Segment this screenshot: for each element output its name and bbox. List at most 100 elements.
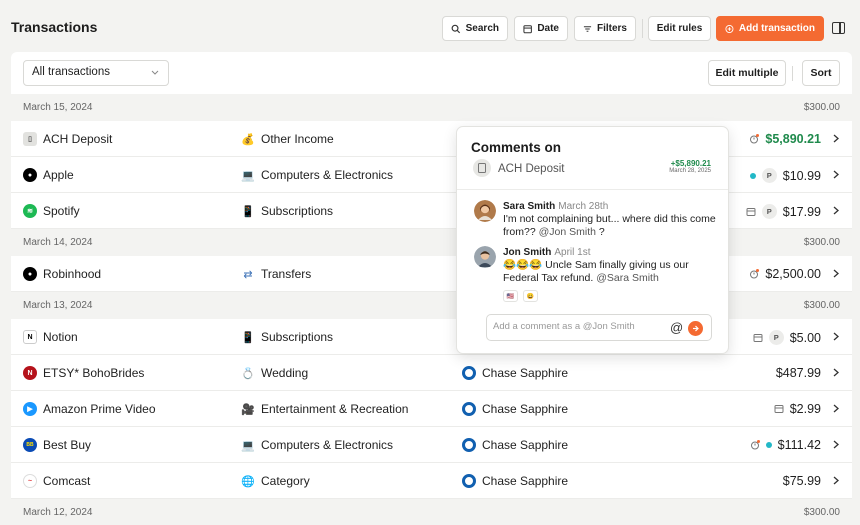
- category-name: Wedding: [261, 366, 309, 380]
- flag-reaction-icon[interactable]: 🇺🇸: [503, 290, 518, 302]
- transaction-amount: $2,500.00: [765, 267, 821, 281]
- chevron-right-icon[interactable]: [833, 440, 839, 449]
- calendar-icon: [753, 333, 763, 342]
- edit-multiple-button[interactable]: Edit multiple: [708, 60, 786, 86]
- comment-body: Jon Smith April 1st 😂😂😂 Uncle Sam finally…: [503, 246, 718, 285]
- robinhood-logo-icon: ●: [23, 267, 37, 281]
- comment-transaction-amount: +$5,890.21: [670, 159, 711, 168]
- comment-date: April 1st: [554, 247, 591, 258]
- chevron-right-icon[interactable]: [833, 476, 839, 485]
- category-name: Computers & Electronics: [261, 438, 394, 452]
- merchant-name: Apple: [43, 168, 74, 182]
- spotify-logo-icon: ≋: [23, 204, 37, 218]
- filters-button-label: Filters: [596, 23, 627, 34]
- comment-mention[interactable]: @Jon Smith: [539, 226, 596, 238]
- group-date: March 15, 2024: [23, 102, 93, 113]
- comment-text-suffix: ?: [595, 226, 605, 238]
- search-button[interactable]: Search: [442, 16, 508, 41]
- header-divider: [642, 19, 643, 38]
- chevron-right-icon[interactable]: [833, 134, 839, 143]
- sort-button[interactable]: Sort: [802, 60, 840, 86]
- comment-author: Jon Smith: [503, 247, 552, 258]
- transaction-row[interactable]: N ETSY* BohoBrides 💍 Wedding Chase Sapphir…: [11, 355, 852, 391]
- money-bag-icon: 💰: [241, 133, 255, 146]
- comcast-logo-icon: ~: [23, 474, 37, 488]
- filters-button[interactable]: Filters: [574, 16, 636, 41]
- date-group-header: March 12, 2024 $300.00: [11, 499, 852, 525]
- category-name: Computers & Electronics: [261, 168, 394, 182]
- comment-input-box: @: [486, 314, 712, 341]
- transaction-amount: $5,890.21: [765, 132, 821, 146]
- chase-logo-icon: [462, 366, 476, 380]
- date-button-label: Date: [537, 23, 559, 34]
- comment-body: Sara Smith March 28th I'm not complaining…: [503, 200, 718, 239]
- calendar-icon: [746, 207, 756, 216]
- transaction-amount: $10.99: [782, 168, 821, 183]
- phone-icon: 📱: [241, 331, 255, 344]
- send-button[interactable]: [688, 321, 703, 336]
- transaction-amount: $5.00: [789, 330, 821, 345]
- prime-video-logo-icon: ▶: [23, 402, 37, 416]
- transaction-row[interactable]: BB Best Buy 💻 Computers & Electronics Chas…: [11, 427, 852, 463]
- merchant-name: Spotify: [43, 204, 80, 218]
- avatar: [474, 200, 496, 222]
- calendar-icon: [774, 405, 784, 413]
- bank-icon: ▯: [23, 132, 37, 146]
- group-date: March 14, 2024: [23, 237, 93, 248]
- transaction-row[interactable]: ~ Comcast 🌐 Category Chase Sapphire $75.99: [11, 463, 852, 499]
- add-transaction-button[interactable]: Add transaction: [716, 16, 824, 41]
- search-icon: [451, 24, 461, 33]
- comment-date: March 28th: [558, 201, 609, 212]
- chevron-right-icon[interactable]: [833, 404, 839, 413]
- reactions: 🇺🇸 😀: [503, 290, 538, 302]
- page-title: Transactions: [11, 19, 98, 35]
- transaction-amount: $2.99: [789, 402, 821, 416]
- toolbar-divider: [792, 66, 793, 81]
- recurring-alert-icon: [750, 269, 760, 279]
- chase-logo-icon: [462, 402, 476, 416]
- header: Transactions Search Date Filters Edit ru…: [0, 0, 860, 52]
- account-name: Chase Sapphire: [482, 438, 569, 452]
- merchant-name: ACH Deposit: [43, 132, 113, 146]
- group-date: March 12, 2024: [23, 507, 93, 518]
- laptop-icon: 💻: [241, 169, 255, 182]
- edit-rules-button[interactable]: Edit rules: [648, 16, 711, 41]
- comment-item: Jon Smith April 1st 😂😂😂 Uncle Sam finally…: [474, 246, 719, 308]
- avatar: [474, 246, 496, 268]
- sidebar-toggle-icon[interactable]: [832, 22, 845, 34]
- group-date: March 13, 2024: [23, 300, 93, 311]
- merchant-name: Comcast: [43, 474, 91, 488]
- comment-mention[interactable]: @Sara Smith: [596, 272, 659, 284]
- date-group-header: March 15, 2024 $300.00: [11, 94, 852, 121]
- merchant-name: Best Buy: [43, 438, 92, 452]
- category-name: Subscriptions: [261, 204, 334, 218]
- popover-divider: [457, 189, 728, 190]
- transaction-row[interactable]: ▶ Amazon Prime Video 🎥 Entertainment & Rec…: [11, 391, 852, 427]
- account-name: Chase Sapphire: [482, 402, 569, 416]
- add-transaction-label: Add transaction: [738, 23, 815, 34]
- transaction-amount: $75.99: [782, 474, 821, 488]
- search-button-label: Search: [465, 23, 499, 34]
- comment-input[interactable]: [493, 321, 663, 332]
- date-button[interactable]: Date: [514, 16, 568, 41]
- chevron-right-icon[interactable]: [833, 332, 839, 341]
- group-total: $300.00: [803, 237, 840, 248]
- notion-logo-icon: N: [23, 330, 37, 344]
- comment-item: Sara Smith March 28th I'm not complaining…: [474, 200, 719, 240]
- globe-icon: 🌐: [241, 475, 255, 488]
- category-name: Transfers: [261, 267, 312, 281]
- transaction-amount: $17.99: [782, 204, 821, 219]
- table-toolbar: All transactions Edit multiple Sort: [11, 52, 852, 94]
- chevron-right-icon[interactable]: [833, 368, 839, 377]
- status-dot: [765, 442, 772, 448]
- comments-title: Comments on: [471, 140, 562, 155]
- chevron-right-icon[interactable]: [833, 170, 839, 179]
- chevron-right-icon[interactable]: [833, 206, 839, 215]
- transactions-filter-select[interactable]: All transactions: [23, 60, 169, 86]
- edit-multiple-label: Edit multiple: [715, 67, 779, 79]
- filter-icon: [583, 25, 592, 32]
- emoji-reaction-icon[interactable]: 😀: [523, 290, 538, 302]
- chevron-right-icon[interactable]: [833, 269, 839, 278]
- category-name: Category: [261, 474, 310, 488]
- mention-button[interactable]: @: [670, 320, 683, 335]
